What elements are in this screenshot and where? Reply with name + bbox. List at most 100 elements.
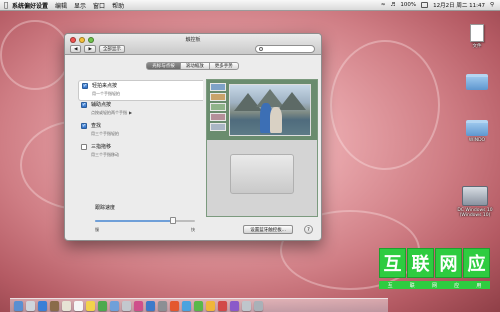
desktop-folder-icon[interactable] — [458, 74, 496, 92]
option-title: 三指拖移 — [91, 144, 112, 150]
trash-icon[interactable] — [254, 300, 263, 311]
watermark-subtitle: 互 联 网 应 用 — [379, 281, 490, 289]
slider-fill — [95, 220, 173, 222]
back-button[interactable]: ◀ — [70, 45, 82, 53]
option-three-finger-drag[interactable]: 三指拖移 用三个手指移动 — [81, 143, 201, 164]
dropdown-arrow-icon[interactable]: ▶ — [129, 110, 132, 115]
preview-thumbnail — [210, 123, 226, 131]
browser-icon[interactable] — [170, 300, 179, 311]
preview-thumbnails — [210, 83, 228, 131]
tracking-speed-label: 跟踪速度 — [95, 205, 116, 211]
wechat-icon[interactable] — [194, 300, 203, 311]
desktop-icon-label: WINDO — [468, 138, 486, 143]
desktop-icon-label: 文件 — [472, 44, 482, 49]
desktop-folder-windows[interactable]: WINDO — [458, 120, 496, 143]
watermark-sub-char: 网 — [431, 282, 437, 289]
contacts-icon[interactable] — [62, 300, 71, 311]
network-drive-icon — [462, 186, 488, 206]
forward-arrow-icon: ▶ — [88, 46, 92, 52]
desktop-file-icon[interactable]: 文件 — [458, 24, 496, 49]
secondary-click-checkbox[interactable]: ✓ — [81, 102, 87, 108]
menu-window[interactable]: 窗口 — [93, 1, 105, 10]
tab-more-gestures[interactable]: 更多手势 — [208, 62, 239, 70]
trackpad-preferences-window: 触控板 ◀ ▶ 全部显示 光标与点按 滚动缩放 更多手势 ✓ 轻拍来点按 用一个… — [64, 33, 322, 241]
option-subtitle: 用一个手指轻拍 — [92, 91, 120, 96]
desktop-network-drive[interactable]: DC Windows 10 (Windows 10) — [456, 186, 494, 219]
option-look-up[interactable]: ✓ 查找 用三个手指轻拍 — [81, 122, 201, 143]
options-list: ✓ 轻拍来点按 用一个手指轻拍 ✓ 辅助点按 点按或轻拍两个手指 ▶ ✓ 查找 用… — [78, 80, 203, 164]
photo-mountain — [278, 92, 306, 110]
folder-icon — [466, 120, 488, 136]
app-menu[interactable]: 系统偏好设置 — [12, 1, 48, 10]
folder-icon — [466, 74, 488, 90]
tab-point-click[interactable]: 光标与点按 — [146, 62, 181, 70]
launchpad-icon[interactable] — [26, 300, 35, 311]
menu-view[interactable]: 显示 — [74, 1, 86, 10]
preview-thumbnail — [210, 113, 226, 121]
slider-knob[interactable] — [170, 217, 176, 224]
slider-max-label: 快 — [191, 227, 195, 232]
wifi-icon[interactable]: ≈ — [381, 2, 386, 8]
wallpaper-petal — [330, 40, 440, 170]
forward-button[interactable]: ▶ — [84, 45, 96, 53]
menu-help[interactable]: 帮助 — [112, 1, 124, 10]
battery-icon[interactable] — [421, 2, 429, 8]
tab-scroll-zoom[interactable]: 滚动缩放 — [179, 62, 210, 70]
back-arrow-icon: ◀ — [74, 46, 78, 52]
search-icon — [259, 47, 263, 51]
slider-min-label: 慢 — [95, 227, 99, 232]
setup-bluetooth-trackpad-button[interactable]: 设置蓝牙触控板... — [243, 225, 293, 234]
app-icon[interactable] — [230, 300, 239, 311]
option-subtitle: 用三个手指移动 — [91, 152, 119, 157]
watermark-char: 互 — [379, 248, 406, 278]
facetime-icon[interactable] — [98, 300, 107, 311]
calendar-icon[interactable] — [74, 300, 83, 311]
tracking-speed-slider[interactable] — [95, 217, 195, 224]
apple-menu-icon[interactable]:  — [0, 1, 12, 9]
gesture-preview — [206, 79, 318, 217]
qq-icon[interactable] — [182, 300, 191, 311]
watermark-char: 网 — [435, 248, 462, 278]
menu-edit[interactable]: 编辑 — [55, 1, 67, 10]
photo-person — [270, 107, 282, 133]
status-area: ≈ ♬ 100% 12月2日 周二 11:47 ⚲ — [381, 1, 500, 9]
trackpad-icon — [230, 154, 294, 194]
app-icon[interactable] — [206, 300, 215, 311]
content-panel: ✓ 轻拍来点按 用一个手指轻拍 ✓ 辅助点按 点按或轻拍两个手指 ▶ ✓ 查找 用… — [71, 74, 318, 232]
title-bar: 触控板 ◀ ▶ 全部显示 — [65, 34, 321, 55]
option-title: 轻拍来点按 — [92, 83, 118, 89]
messages-icon[interactable] — [110, 300, 119, 311]
show-all-button[interactable]: 全部显示 — [98, 45, 125, 53]
search-input[interactable] — [255, 45, 315, 53]
look-up-checkbox[interactable]: ✓ — [81, 123, 87, 129]
app-store-icon[interactable] — [146, 300, 155, 311]
slider-ends: 慢 快 — [95, 227, 195, 233]
watermark-sub-char: 应 — [454, 282, 460, 289]
preview-thumbnail — [210, 83, 226, 91]
option-subtitle: 点按或轻拍两个手指 ▶ — [91, 110, 133, 115]
desktop-icon-label: DC Windows 10 (Windows 10) — [457, 208, 493, 219]
battery-percent[interactable]: 100% — [400, 2, 416, 8]
photos-icon[interactable] — [122, 300, 131, 311]
help-button[interactable]: ? — [304, 225, 313, 234]
downloads-icon[interactable] — [242, 300, 251, 311]
tap-to-click-checkbox[interactable]: ✓ — [82, 83, 88, 89]
clock[interactable]: 12月2日 周二 11:47 — [433, 1, 485, 9]
watermark-sub-char: 联 — [409, 282, 415, 289]
trackpad-illustration — [207, 140, 317, 216]
finder-icon[interactable] — [14, 300, 23, 311]
safari-icon[interactable] — [38, 300, 47, 311]
system-preferences-icon[interactable] — [158, 300, 167, 311]
three-finger-drag-checkbox[interactable] — [81, 144, 87, 150]
option-secondary-click[interactable]: ✓ 辅助点按 点按或轻拍两个手指 ▶ — [81, 101, 201, 122]
volume-icon[interactable]: ♬ — [390, 2, 395, 8]
mail-icon[interactable] — [50, 300, 59, 311]
preview-photo — [229, 84, 311, 136]
option-title: 查找 — [91, 123, 102, 129]
spotlight-icon[interactable]: ⚲ — [490, 2, 494, 8]
option-tap-to-click[interactable]: ✓ 轻拍来点按 用一个手指轻拍 — [78, 80, 203, 101]
notes-icon[interactable] — [86, 300, 95, 311]
app-icon[interactable] — [218, 300, 227, 311]
watermark-sub-char: 互 — [387, 282, 393, 289]
itunes-icon[interactable] — [134, 300, 143, 311]
